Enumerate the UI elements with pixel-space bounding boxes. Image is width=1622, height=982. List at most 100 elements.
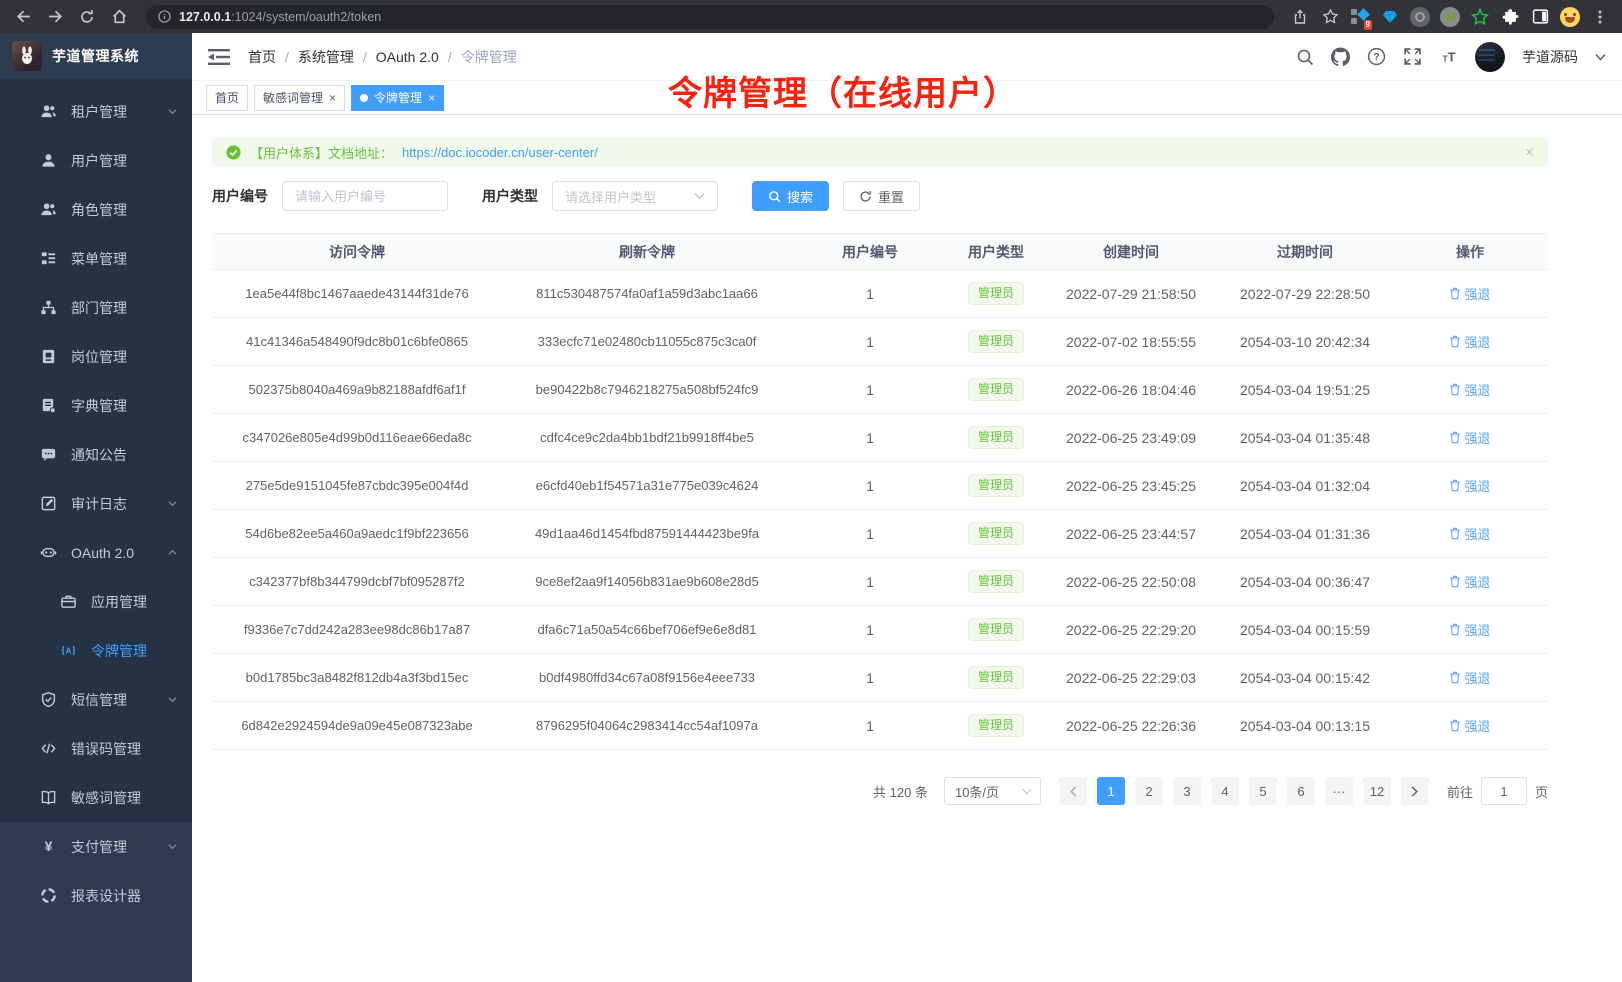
profile-avatar-button[interactable] — [1558, 5, 1582, 29]
breadcrumb-system[interactable]: 系统管理 — [298, 47, 354, 67]
sidebar-item-sensitive-word[interactable]: 敏感词管理 — [0, 773, 192, 822]
close-tab-icon[interactable]: × — [428, 92, 435, 104]
force-logout-button[interactable]: 强退 — [1449, 524, 1490, 543]
trash-icon — [1449, 479, 1461, 492]
force-logout-button[interactable]: 强退 — [1449, 284, 1490, 303]
force-logout-button[interactable]: 强退 — [1449, 620, 1490, 639]
header-fontsize-button[interactable]: TT — [1439, 47, 1458, 66]
extension-green-star-button[interactable] — [1468, 5, 1492, 29]
browser-toolbar: 127.0.0.1:1024/system/oauth2/token 9 — [0, 0, 1622, 33]
close-tab-icon[interactable]: × — [329, 92, 336, 104]
sidebar-item-report-designer[interactable]: 报表设计器 — [0, 871, 192, 920]
sidebar-item-payment[interactable]: ¥ 支付管理 — [0, 822, 192, 871]
cell-expires: 2022-07-29 22:28:50 — [1218, 270, 1392, 318]
cell-user-type: 管理员 — [948, 510, 1044, 558]
page-button-12[interactable]: 12 — [1363, 777, 1391, 805]
prev-page-button[interactable] — [1059, 777, 1087, 805]
force-logout-button[interactable]: 强退 — [1449, 428, 1490, 447]
sidebar-item-error-code[interactable]: 错误码管理 — [0, 724, 192, 773]
page-button-2[interactable]: 2 — [1135, 777, 1163, 805]
force-logout-button[interactable]: 强退 — [1449, 716, 1490, 735]
user-name[interactable]: 芋道源码 — [1522, 47, 1578, 67]
extension-command-button[interactable] — [1408, 5, 1432, 29]
header-github-button[interactable] — [1331, 47, 1350, 66]
chevron-down-icon — [167, 498, 178, 509]
browser-reload-button[interactable] — [74, 4, 100, 30]
force-logout-button[interactable]: 强退 — [1449, 572, 1490, 591]
tab-home[interactable]: 首页 — [206, 85, 248, 111]
sidebar-item-app-mgmt[interactable]: 应用管理 — [0, 577, 192, 626]
extension-panel-button[interactable] — [1528, 5, 1552, 29]
page-size-select[interactable]: 10条/页 — [944, 777, 1041, 805]
trash-icon — [1449, 719, 1461, 732]
user-type-select[interactable]: 请选择用户类型 — [552, 181, 718, 211]
tab-sensitive-word[interactable]: 敏感词管理 × — [254, 85, 345, 111]
search-icon — [1296, 48, 1314, 66]
force-logout-button[interactable]: 强退 — [1449, 476, 1490, 495]
user-avatar[interactable] — [1475, 42, 1505, 72]
page-ellipsis[interactable]: ··· — [1325, 777, 1353, 805]
cell-user-id: 1 — [792, 270, 948, 318]
bookmark-star-button[interactable] — [1318, 5, 1342, 29]
green-star-icon — [1471, 8, 1489, 26]
reset-button[interactable]: 重置 — [843, 181, 920, 211]
sidebar-item-menu[interactable]: 菜单管理 — [0, 234, 192, 283]
goto-page-input[interactable] — [1481, 777, 1527, 805]
cell-user-id: 1 — [792, 702, 948, 750]
page-button-1[interactable]: 1 — [1097, 777, 1125, 805]
doc-link[interactable]: https://doc.iocoder.cn/user-center/ — [402, 145, 598, 160]
cell-user-id: 1 — [792, 366, 948, 414]
next-page-button[interactable] — [1401, 777, 1429, 805]
browser-share-button[interactable] — [1288, 5, 1312, 29]
page-button-3[interactable]: 3 — [1173, 777, 1201, 805]
extension-cluster-icon[interactable]: 9 — [1348, 5, 1372, 29]
sidebar-item-token-mgmt[interactable]: A 令牌管理 — [0, 626, 192, 675]
force-logout-button[interactable]: 强退 — [1449, 380, 1490, 399]
extension-gem-button[interactable] — [1378, 5, 1402, 29]
extension-puzzle-button[interactable] — [1498, 5, 1522, 29]
sidebar-menu: 租户管理 用户管理 角色管理 菜单管理 部门管理 岗位管理 字典管理 — [0, 79, 192, 822]
page-button-4[interactable]: 4 — [1211, 777, 1239, 805]
sidebar-item-notice[interactable]: 通知公告 — [0, 430, 192, 479]
tree-list-icon — [40, 250, 57, 267]
sidebar-item-dict[interactable]: 字典管理 — [0, 381, 192, 430]
user-id-input[interactable] — [282, 181, 448, 211]
tab-token-mgmt[interactable]: 令牌管理 × — [351, 85, 444, 111]
alert-close-icon[interactable]: × — [1525, 144, 1534, 161]
sidebar-item-user[interactable]: 用户管理 — [0, 136, 192, 185]
cell-user-id: 1 — [792, 318, 948, 366]
cell-expires: 2054-03-04 00:36:47 — [1218, 558, 1392, 606]
page-button-6[interactable]: 6 — [1287, 777, 1315, 805]
browser-forward-button[interactable] — [42, 4, 68, 30]
force-logout-button[interactable]: 强退 — [1449, 668, 1490, 687]
app-title: 芋道管理系统 — [52, 46, 139, 66]
sidebar-item-audit-log[interactable]: 审计日志 — [0, 479, 192, 528]
sidebar-item-dept[interactable]: 部门管理 — [0, 283, 192, 332]
browser-home-button[interactable] — [106, 4, 132, 30]
sidebar-item-post[interactable]: 岗位管理 — [0, 332, 192, 381]
breadcrumb-home[interactable]: 首页 — [248, 47, 276, 67]
header-search-button[interactable] — [1295, 47, 1314, 66]
caret-down-icon[interactable] — [1595, 53, 1606, 61]
sidebar-item-oauth2[interactable]: OAuth 2.0 — [0, 528, 192, 577]
browser-menu-button[interactable] — [1588, 5, 1612, 29]
page-button-5[interactable]: 5 — [1249, 777, 1277, 805]
cell-access-token: 54d6be82ee5a460a9aedc1f9bf223656 — [212, 510, 502, 558]
fullscreen-icon — [1403, 47, 1422, 66]
cell-actions: 强退 — [1392, 654, 1548, 702]
address-bar[interactable]: 127.0.0.1:1024/system/oauth2/token — [146, 5, 1274, 29]
header-fullscreen-button[interactable] — [1403, 47, 1422, 66]
sidebar-logo[interactable]: 芋道管理系统 — [0, 33, 192, 79]
extension-record-button[interactable] — [1438, 5, 1462, 29]
sidebar-item-role[interactable]: 角色管理 — [0, 185, 192, 234]
home-icon — [111, 8, 128, 25]
header-help-button[interactable]: ? — [1367, 47, 1386, 66]
browser-back-button[interactable] — [10, 4, 36, 30]
search-button[interactable]: 搜索 — [752, 181, 829, 211]
breadcrumb-oauth2[interactable]: OAuth 2.0 — [376, 49, 439, 65]
force-logout-button[interactable]: 强退 — [1449, 332, 1490, 351]
collapse-sidebar-icon[interactable] — [208, 48, 230, 66]
briefcase-icon — [60, 593, 77, 610]
sidebar-item-sms[interactable]: 短信管理 — [0, 675, 192, 724]
sidebar-item-tenant[interactable]: 租户管理 — [0, 87, 192, 136]
